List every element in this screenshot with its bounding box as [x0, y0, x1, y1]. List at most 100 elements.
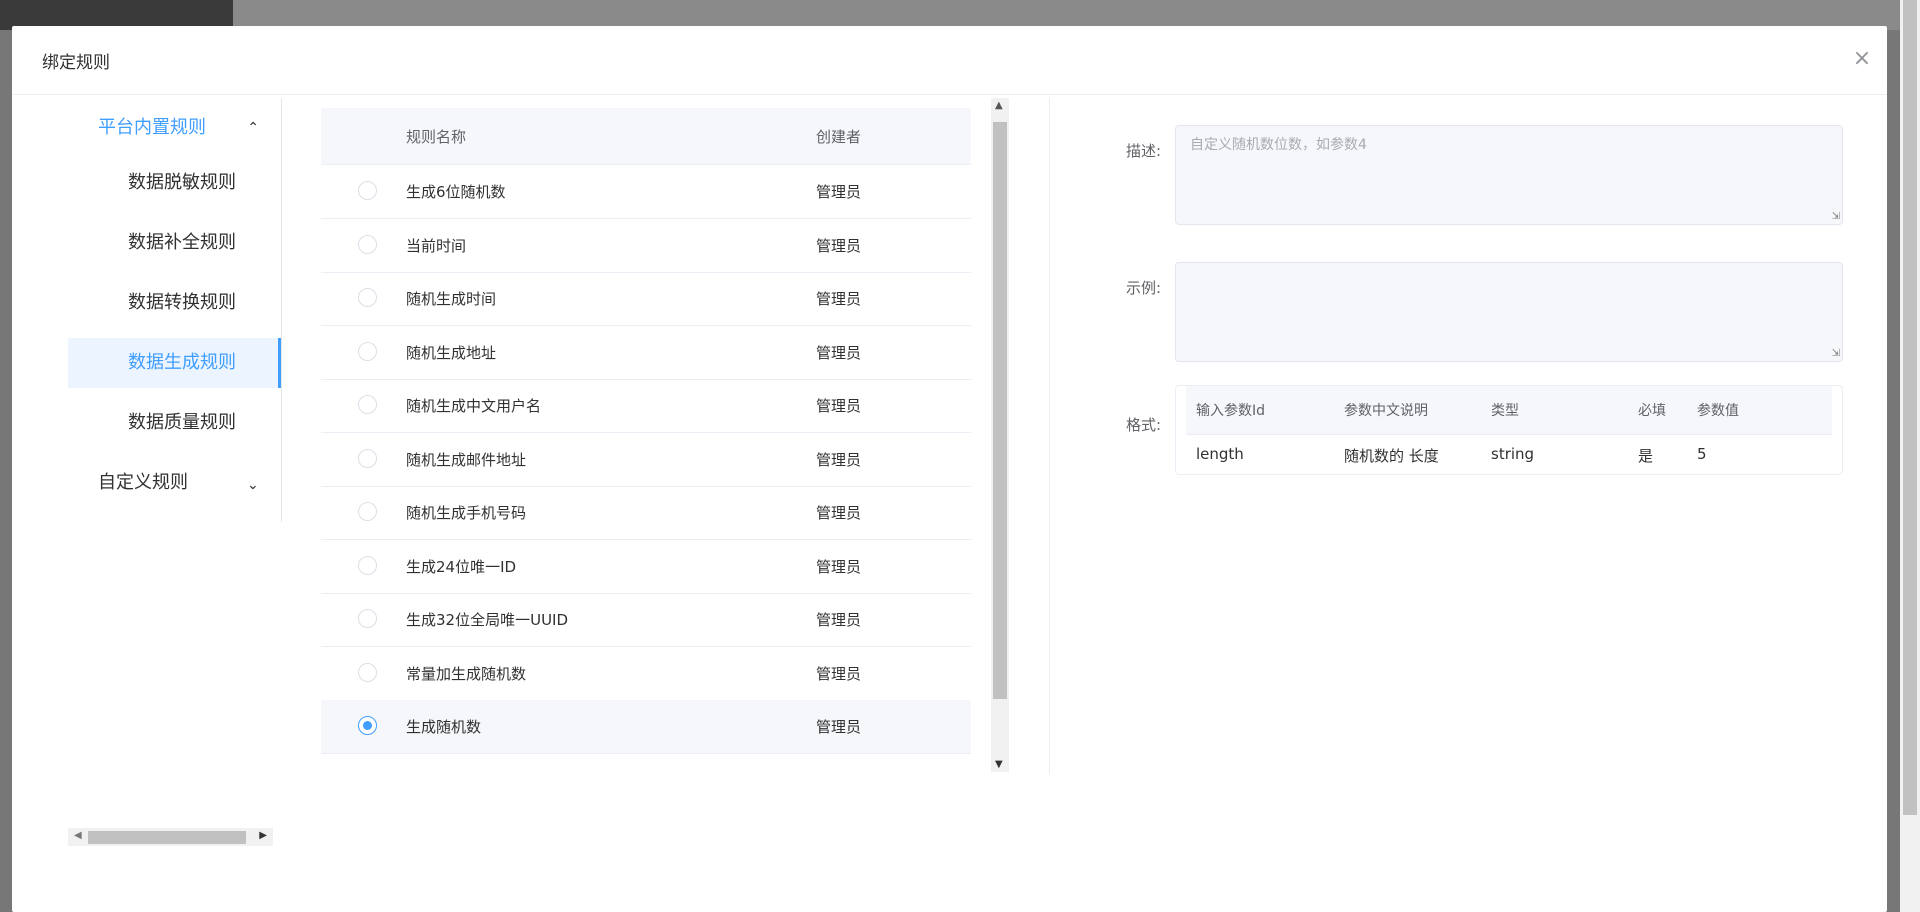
row-radio[interactable]: [358, 181, 377, 200]
chevron-up-icon: ⌃: [247, 120, 259, 136]
cell-creator: 管理员: [816, 236, 862, 255]
scrollbar-thumb[interactable]: [88, 831, 246, 844]
header-required: 必填: [1638, 403, 1666, 419]
cell-rule-name: 当前时间: [406, 236, 467, 255]
menu-item-quality[interactable]: 数据质量规则: [68, 398, 281, 448]
menu-group-custom-label: 自定义规则: [98, 472, 188, 493]
cell-creator: 管理员: [816, 343, 862, 362]
menu-item-label: 数据脱敏规则: [128, 172, 236, 193]
example-textarea[interactable]: ⇲: [1175, 262, 1843, 362]
panel-divider: [1049, 98, 1050, 774]
cell-rule-name: 随机生成手机号码: [406, 504, 527, 522]
menu-item-conversion[interactable]: 数据转换规则: [68, 278, 281, 328]
dialog-header: 绑定规则 ×: [12, 26, 1887, 95]
table-row[interactable]: 随机生成中文用户名 管理员: [321, 379, 971, 433]
row-radio[interactable]: [358, 502, 377, 521]
row-radio[interactable]: [358, 395, 377, 414]
cell-creator: 管理员: [816, 557, 862, 576]
table-row[interactable]: 生成24位唯一ID 管理员: [321, 540, 971, 594]
header-value: 参数值: [1697, 403, 1739, 419]
row-radio[interactable]: [358, 662, 377, 682]
menu-group-custom[interactable]: 自定义规则 ⌃: [68, 453, 281, 513]
scroll-up-arrow-icon[interactable]: ▲: [995, 100, 1003, 111]
header-rule-name: 规则名称: [406, 128, 467, 146]
example-label: 示例:: [1126, 279, 1162, 297]
cell-rule-name: 生成32位全局唯一UUID: [406, 611, 569, 629]
description-value: 自定义随机数位数，如参数4: [1190, 137, 1367, 153]
scroll-right-arrow-icon[interactable]: ▶: [259, 830, 267, 841]
cell-rule-name: 生成随机数: [406, 718, 482, 736]
menu-horizontal-scrollbar[interactable]: ◀ ▶: [68, 828, 273, 846]
description-textarea[interactable]: 自定义随机数位数，如参数4 ⇲: [1175, 125, 1843, 225]
cell-value[interactable]: 5: [1697, 445, 1707, 463]
format-table-header: 输入参数Id 参数中文说明 类型 必填 参数值: [1186, 386, 1832, 435]
chevron-down-icon: ⌃: [247, 475, 259, 491]
cell-creator: 管理员: [816, 664, 862, 683]
table-row[interactable]: 随机生成地址 管理员: [321, 326, 971, 380]
scrollbar-thumb[interactable]: [993, 122, 1007, 699]
close-icon[interactable]: ×: [1851, 48, 1873, 70]
cell-type: string: [1491, 445, 1535, 463]
cell-creator: 管理员: [816, 290, 862, 308]
table-row[interactable]: 生成32位全局唯一UUID 管理员: [321, 593, 971, 647]
scrollbar-thumb[interactable]: [1903, 0, 1917, 815]
menu-group-builtin-label: 平台内置规则: [98, 117, 206, 138]
row-radio[interactable]: [358, 341, 377, 361]
header-type: 类型: [1491, 403, 1519, 419]
menu-item-completion[interactable]: 数据补全规则: [68, 218, 281, 268]
cell-param-id: length: [1196, 445, 1244, 463]
row-radio[interactable]: [358, 716, 377, 735]
cell-creator: 管理员: [816, 183, 862, 201]
rule-table: 规则名称 创建者 生成6位随机数 管理员 当前时间 管理员 随机生成时间 管理员 随机生成地…: [321, 98, 991, 772]
table-row[interactable]: 当前时间 管理员: [321, 219, 971, 273]
menu-item-label: 数据质量规则: [128, 412, 236, 433]
table-header: 规则名称 创建者: [321, 108, 971, 165]
cell-rule-name: 随机生成地址: [406, 343, 497, 362]
dialog-title: 绑定规则: [42, 53, 110, 73]
scroll-left-arrow-icon[interactable]: ◀: [74, 830, 82, 841]
header-creator: 创建者: [816, 128, 862, 146]
format-label: 格式:: [1126, 416, 1162, 434]
table-row[interactable]: 随机生成时间 管理员: [321, 272, 971, 326]
row-radio[interactable]: [358, 448, 377, 468]
cell-creator: 管理员: [816, 718, 862, 736]
resize-grip-icon[interactable]: ⇲: [1832, 211, 1840, 222]
cell-rule-name: 随机生成中文用户名: [406, 397, 542, 415]
rule-category-menu: 平台内置规则 ⌃ 数据脱敏规则 数据补全规则 数据转换规则 数据生成规则 数据质…: [68, 98, 282, 522]
table-row[interactable]: 随机生成邮件地址 管理员: [321, 433, 971, 487]
table-row[interactable]: 常量加生成随机数 管理员: [321, 647, 971, 701]
table-row: length 随机数的 长度 string 是 5: [1186, 434, 1832, 476]
cell-creator: 管理员: [816, 450, 862, 469]
cell-required: 是: [1638, 447, 1654, 465]
row-radio[interactable]: [358, 555, 377, 575]
cell-creator: 管理员: [816, 504, 862, 522]
header-param-cn: 参数中文说明: [1344, 403, 1428, 419]
menu-item-masking[interactable]: 数据脱敏规则: [68, 158, 281, 208]
row-radio[interactable]: [358, 288, 377, 307]
table-row[interactable]: 生成6位随机数 管理员: [321, 165, 971, 219]
cell-rule-name: 生成6位随机数: [406, 183, 506, 201]
menu-item-label: 数据转换规则: [128, 292, 236, 313]
cell-creator: 管理员: [816, 397, 862, 415]
cell-rule-name: 生成24位唯一ID: [406, 557, 517, 576]
cell-creator: 管理员: [816, 611, 862, 629]
menu-item-generation[interactable]: 数据生成规则: [68, 338, 281, 388]
menu-item-label: 数据生成规则: [128, 352, 236, 373]
menu-group-builtin[interactable]: 平台内置规则 ⌃: [68, 98, 281, 158]
page-vertical-scrollbar[interactable]: [1900, 0, 1920, 912]
scroll-down-arrow-icon[interactable]: ▼: [995, 759, 1003, 770]
header-param-id: 输入参数Id: [1196, 403, 1266, 419]
format-table: 输入参数Id 参数中文说明 类型 必填 参数值 length 随机数的 长度 s…: [1175, 385, 1843, 475]
cell-rule-name: 随机生成时间: [406, 290, 497, 308]
cell-rule-name: 随机生成邮件地址: [406, 450, 527, 469]
table-row[interactable]: 生成随机数 管理员: [321, 700, 971, 754]
cell-rule-name: 常量加生成随机数: [406, 664, 527, 683]
table-row[interactable]: 随机生成手机号码 管理员: [321, 486, 971, 540]
row-radio[interactable]: [358, 609, 377, 628]
cell-param-cn: 随机数的 长度: [1344, 447, 1439, 465]
description-label: 描述:: [1126, 142, 1162, 160]
resize-grip-icon[interactable]: ⇲: [1832, 348, 1840, 359]
table-vertical-scrollbar[interactable]: ▲ ▼: [991, 98, 1009, 772]
row-radio[interactable]: [358, 234, 377, 254]
menu-item-label: 数据补全规则: [128, 232, 236, 253]
